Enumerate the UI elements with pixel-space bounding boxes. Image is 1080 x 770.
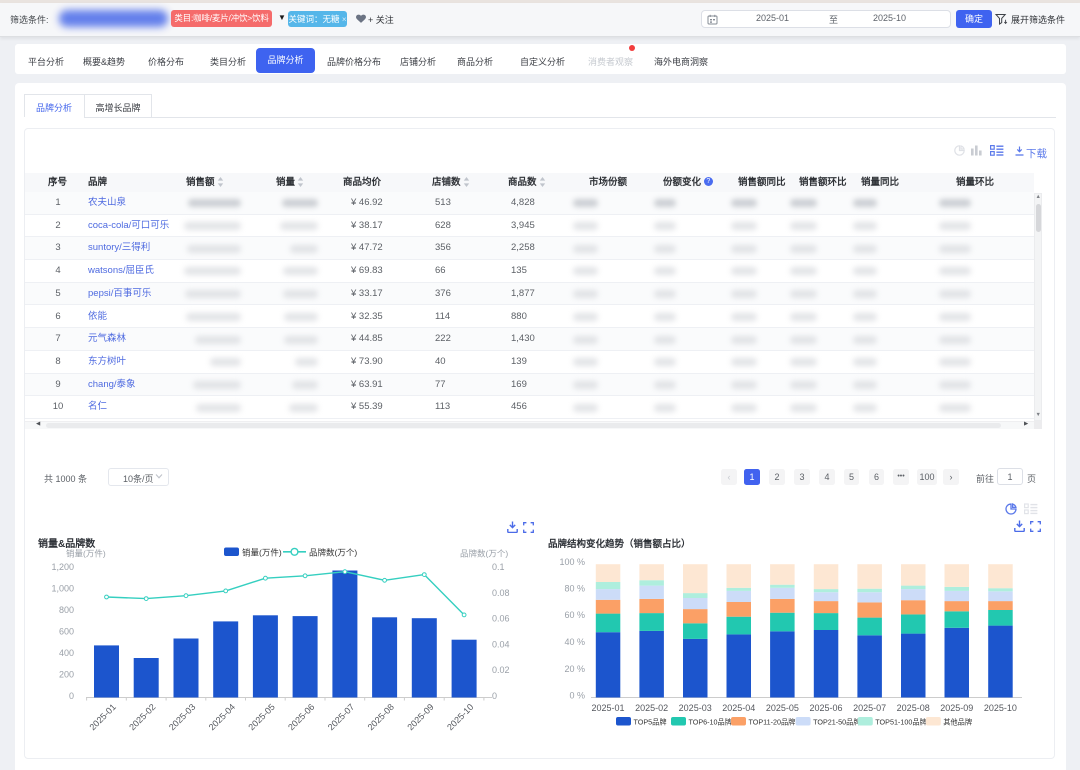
svg-text:0: 0 <box>69 691 74 701</box>
svg-text:2025-09: 2025-09 <box>940 703 973 713</box>
svg-text:2025-08: 2025-08 <box>897 703 930 713</box>
svg-text:2025-01: 2025-01 <box>591 703 624 713</box>
svg-text:800: 800 <box>59 605 74 615</box>
svg-text:20 %: 20 % <box>564 664 585 674</box>
svg-text:200: 200 <box>59 670 74 680</box>
svg-text:2025-09: 2025-09 <box>405 702 435 732</box>
svg-text:2025-05: 2025-05 <box>766 703 799 713</box>
svg-text:2025-07: 2025-07 <box>853 703 886 713</box>
svg-text:品牌数(万个): 品牌数(万个) <box>460 549 508 559</box>
svg-text:2025-10: 2025-10 <box>445 702 475 732</box>
svg-text:2025-10: 2025-10 <box>984 703 1017 713</box>
svg-text:2025-04: 2025-04 <box>722 703 755 713</box>
svg-text:品牌数(万个): 品牌数(万个) <box>309 548 357 558</box>
svg-text:0.1: 0.1 <box>492 562 505 572</box>
svg-text:2025-08: 2025-08 <box>366 702 396 732</box>
svg-text:TOP21-50品牌: TOP21-50品牌 <box>813 718 860 727</box>
svg-text:2025-07: 2025-07 <box>326 702 356 732</box>
svg-text:其他品牌: 其他品牌 <box>943 718 972 727</box>
svg-text:40 %: 40 % <box>564 637 585 647</box>
svg-text:2025-05: 2025-05 <box>246 702 276 732</box>
svg-text:TOP11-20品牌: TOP11-20品牌 <box>749 718 796 727</box>
svg-text:TOP5品牌: TOP5品牌 <box>634 718 667 727</box>
svg-text:2025-04: 2025-04 <box>207 702 237 732</box>
svg-text:0.04: 0.04 <box>492 639 510 649</box>
svg-text:2025-03: 2025-03 <box>679 703 712 713</box>
svg-text:1,000: 1,000 <box>51 584 74 594</box>
svg-text:80 %: 80 % <box>564 584 585 594</box>
svg-text:600: 600 <box>59 627 74 637</box>
svg-text:2025-01: 2025-01 <box>87 702 117 732</box>
svg-text:销量(万件): 销量(万件) <box>242 548 282 558</box>
svg-text:销量(万件): 销量(万件) <box>66 549 106 559</box>
svg-text:2025-06: 2025-06 <box>809 703 842 713</box>
svg-text:2025-06: 2025-06 <box>286 702 316 732</box>
svg-text:TOP6-10品牌: TOP6-10品牌 <box>689 718 732 727</box>
svg-text:2025-03: 2025-03 <box>167 702 197 732</box>
svg-text:0.08: 0.08 <box>492 588 510 598</box>
svg-text:0.06: 0.06 <box>492 614 510 624</box>
svg-text:60 %: 60 % <box>564 610 585 620</box>
svg-text:TOP51-100品牌: TOP51-100品牌 <box>875 718 926 727</box>
svg-text:2025-02: 2025-02 <box>635 703 668 713</box>
svg-text:0.02: 0.02 <box>492 665 510 675</box>
svg-text:2025-02: 2025-02 <box>127 702 157 732</box>
svg-text:400: 400 <box>59 648 74 658</box>
svg-text:0 %: 0 % <box>569 691 585 701</box>
svg-text:0: 0 <box>492 691 497 701</box>
svg-text:1,200: 1,200 <box>51 562 74 572</box>
svg-text:100 %: 100 % <box>559 557 585 567</box>
